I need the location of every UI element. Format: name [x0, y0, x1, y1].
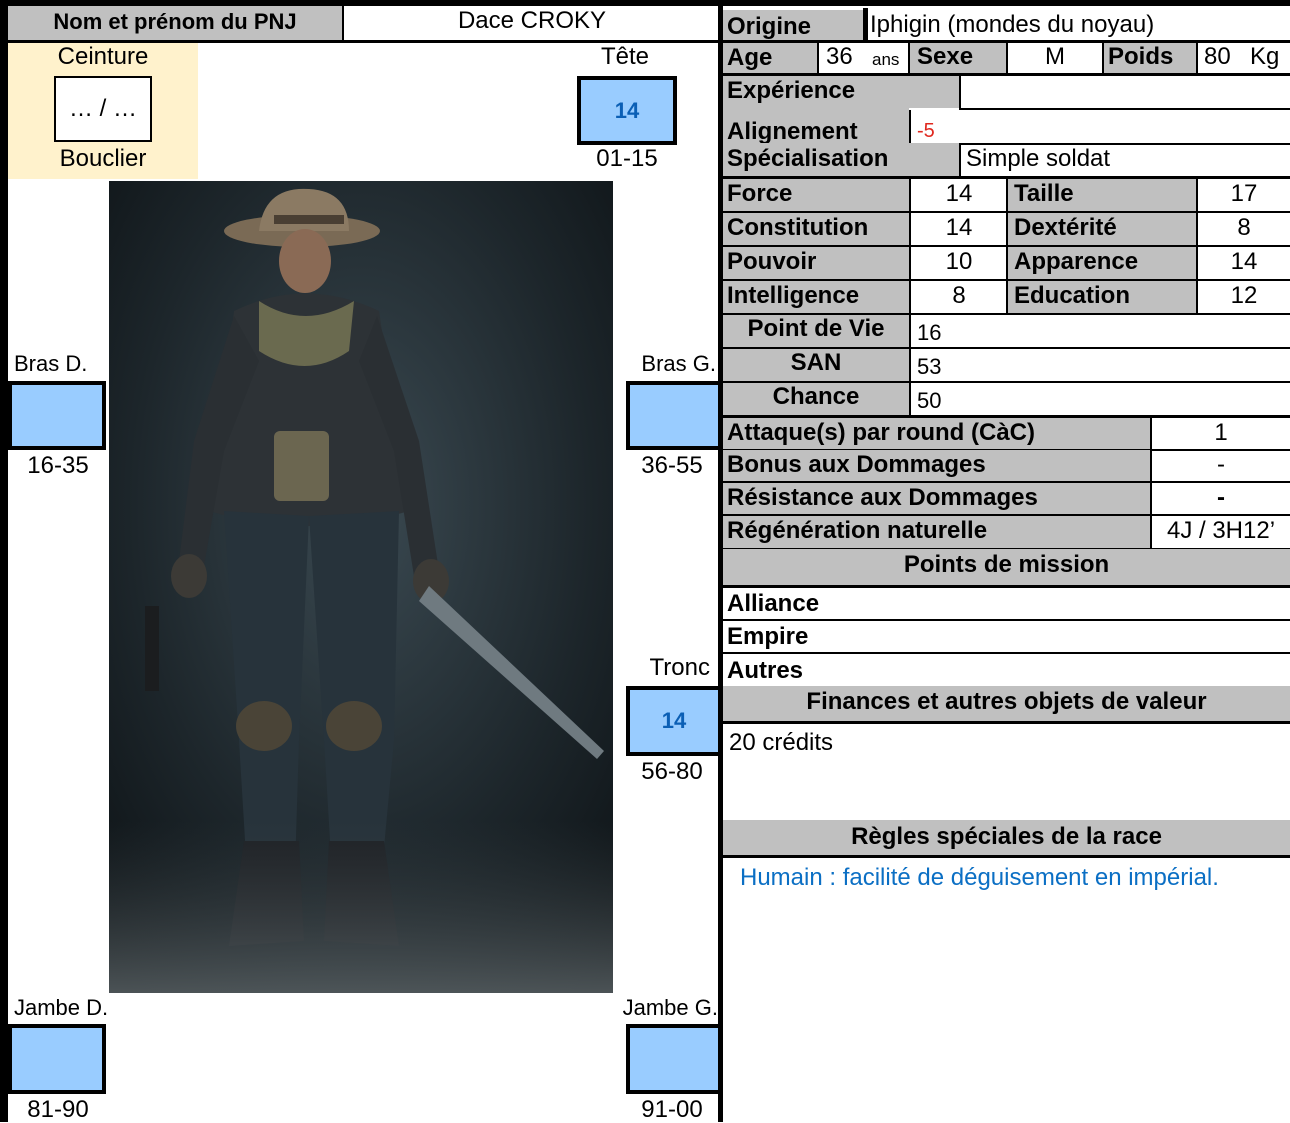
poids-value: 80 [1204, 43, 1231, 70]
jambe-d-box [8, 1024, 106, 1094]
stat-value: 10 [945, 248, 973, 275]
bras-g-box [626, 381, 722, 450]
stat-value: 8 [1237, 214, 1251, 241]
poids-label: Poids [1108, 43, 1174, 70]
tete-label: Tête [600, 43, 650, 70]
race-rule: Humain : facilité de déguisement en impé… [740, 864, 1219, 891]
combat-value: - [1217, 451, 1225, 478]
stat-value: 12 [1230, 282, 1258, 309]
armor-value-box: … / … [54, 76, 152, 142]
finances-title: Finances et autres objets de valeur [806, 688, 1207, 715]
jambe-g-box [626, 1024, 722, 1094]
mission-empire: Empire [727, 623, 809, 650]
tete-range: 01-15 [596, 145, 658, 172]
stat-label: Taille [1014, 180, 1074, 207]
stat-label: Intelligence [727, 282, 860, 309]
stat-label: Constitution [727, 214, 869, 241]
stat-label: Education [1014, 282, 1131, 309]
stat-value: 14 [1230, 248, 1258, 275]
bras-d-range: 16-35 [27, 452, 89, 479]
sexe-label: Sexe [917, 43, 974, 70]
sexe-value: M [1045, 43, 1065, 70]
combat-value: 1 [1214, 419, 1228, 446]
name-label: Nom et prénom du PNJ [53, 9, 297, 34]
age-label: Age [727, 44, 773, 71]
combat-value: - [1217, 484, 1225, 511]
stat-value: 8 [952, 282, 966, 309]
derived-label: Point de Vie [747, 315, 885, 342]
tronc-label: Tronc [649, 654, 710, 681]
stat-label: Dextérité [1014, 214, 1117, 241]
derived-value: 53 [917, 354, 942, 379]
derived-label: Chance [772, 383, 860, 410]
mission-title: Points de mission [903, 551, 1110, 578]
age-value: 36 [826, 43, 853, 70]
combat-label: Bonus aux Dommages [727, 451, 986, 478]
ceinture-label: Ceinture [57, 43, 149, 70]
jambe-g-label: Jambe G. [622, 995, 718, 1020]
race-title: Règles spéciales de la race [851, 823, 1162, 850]
jambe-d-label: Jambe D. [14, 995, 109, 1020]
tronc-box: 14 [626, 686, 722, 756]
bras-d-box [8, 381, 106, 450]
origine-value: Iphigin (mondes du noyau) [870, 11, 1155, 38]
alignement-value: -5 [917, 120, 935, 142]
finances-value: 20 crédits [729, 729, 834, 756]
specialisation-label: Spécialisation [727, 145, 889, 172]
combat-label: Résistance aux Dommages [727, 484, 1038, 511]
bras-d-label: Bras D. [14, 351, 88, 376]
tete-box: 14 [577, 76, 677, 145]
experience-label: Expérience [727, 77, 856, 104]
combat-label: Régénération naturelle [727, 517, 988, 544]
derived-label: SAN [790, 349, 842, 376]
specialisation-value: Simple soldat [966, 145, 1111, 172]
bras-g-range: 36-55 [641, 452, 703, 479]
npc-name: Dace CROKY [457, 7, 607, 34]
mission-alliance: Alliance [727, 590, 820, 617]
alignement-label: Alignement [727, 118, 858, 145]
left-border [0, 0, 8, 1122]
character-portrait [109, 181, 613, 993]
jambe-g-range: 91-00 [641, 1096, 703, 1123]
mission-autres: Autres [727, 657, 804, 684]
derived-value: 16 [917, 320, 942, 345]
stat-label: Apparence [1014, 248, 1139, 275]
poids-unit: Kg [1250, 43, 1280, 70]
combat-value: 4J / 3H12’ [1166, 517, 1276, 544]
stat-value: 17 [1230, 180, 1258, 207]
bouclier-label: Bouclier [59, 145, 147, 172]
tronc-range: 56-80 [641, 758, 703, 785]
stat-value: 14 [945, 180, 973, 207]
jambe-d-range: 81-90 [27, 1096, 89, 1123]
bras-g-label: Bras G. [641, 351, 716, 376]
derived-value: 50 [917, 388, 942, 413]
stat-label: Pouvoir [727, 248, 817, 275]
age-unit: ans [872, 50, 900, 69]
stat-label: Force [727, 180, 793, 207]
origine-label: Origine [727, 13, 812, 40]
portrait-image [109, 181, 613, 993]
combat-label: Attaque(s) par round (CàC) [727, 419, 1035, 446]
stat-value: 14 [945, 214, 973, 241]
